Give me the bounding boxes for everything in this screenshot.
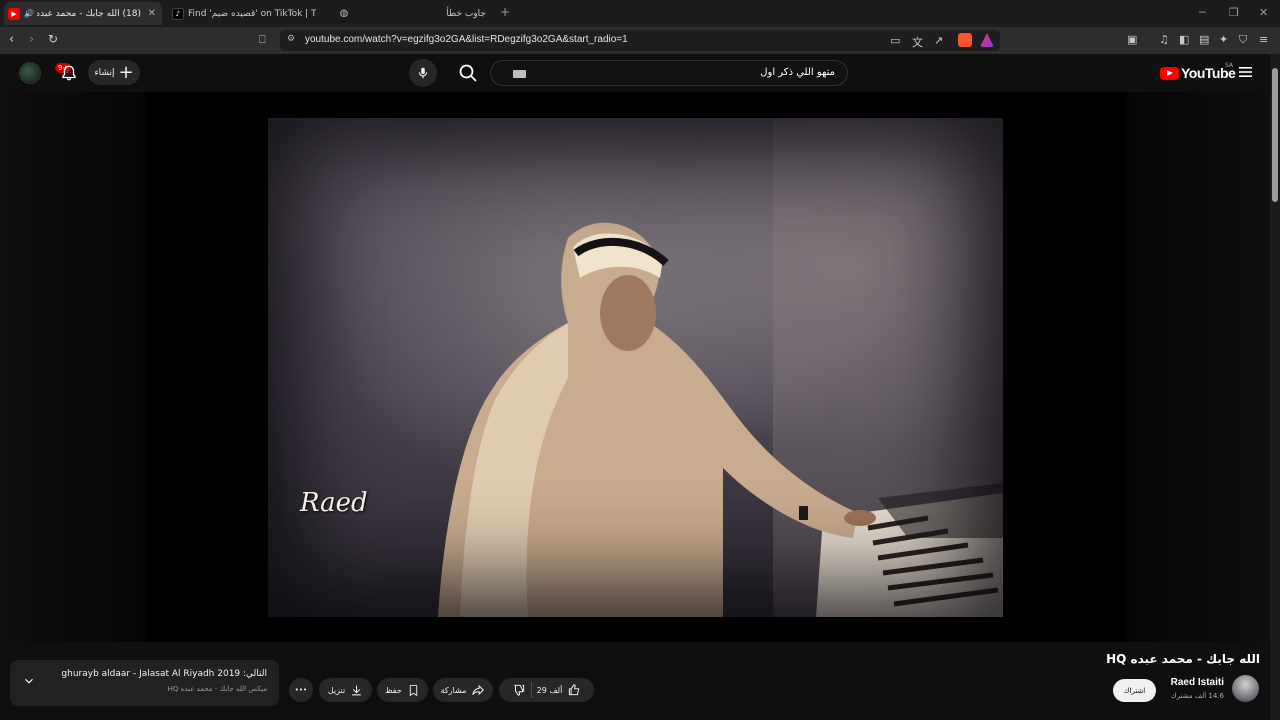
reading-list-icon[interactable]: ◧ <box>1179 33 1189 46</box>
address-bar[interactable]: ⚙ youtube.com/watch?v=egzifg3o2GA&list=R… <box>280 30 1000 51</box>
tab-title: (18) الله جابك - محمد عبده ube <box>36 8 141 19</box>
tab-tiktok[interactable]: ♪ Find 'قصيده ضيم' on TikTok | TikTok S <box>168 2 326 25</box>
download-button[interactable]: تنزيل <box>319 678 372 702</box>
forward-icon[interactable]: › <box>29 32 34 47</box>
media-control-icon[interactable]: ♫ <box>1159 33 1169 46</box>
country-code: SA <box>1225 62 1234 69</box>
bookmark-save-icon <box>409 684 417 696</box>
channel-name[interactable]: Raed Istaiti <box>1171 677 1224 688</box>
back-icon[interactable]: ‹ <box>9 32 14 47</box>
share-icon <box>472 684 485 696</box>
browser-toolbar: ‹ › ↻ ⎕ ⚙ youtube.com/watch?v=egzifg3o2G… <box>0 27 1280 54</box>
menu-icon[interactable]: ≡ <box>1259 33 1268 46</box>
player-ambient-left <box>0 92 145 642</box>
download-icon <box>352 685 362 695</box>
more-actions-button[interactable]: ••• <box>289 678 313 702</box>
share-page-icon[interactable]: ↗ <box>934 34 943 47</box>
page-scrollbar[interactable] <box>1270 54 1280 720</box>
vpn-shield-icon[interactable]: ⛉ <box>1239 33 1247 47</box>
tiktok-favicon-icon: ♪ <box>172 7 184 20</box>
keyboard-icon[interactable] <box>513 70 526 78</box>
brave-rewards-icon[interactable] <box>980 33 994 47</box>
browser-tab-strip: ▶ 🔊 (18) الله جابك - محمد عبده ube ✕ ♪ F… <box>0 0 1280 27</box>
site-info-icon[interactable]: ⚙ <box>287 34 295 44</box>
brave-shield-icon[interactable] <box>958 33 972 47</box>
tab-youtube[interactable]: ▶ 🔊 (18) الله جابك - محمد عبده ube ✕ <box>4 2 162 25</box>
video-title: الله جابك - محمد عبده HQ <box>1106 652 1260 666</box>
channel-avatar[interactable] <box>1232 675 1259 702</box>
player-ambient-right <box>1127 92 1280 642</box>
youtube-favicon-icon: ▶ <box>8 7 20 20</box>
close-tab-icon[interactable]: ✕ <box>148 8 156 19</box>
notifications-bell-icon[interactable] <box>60 64 78 82</box>
divider <box>530 682 532 698</box>
maximize-icon[interactable]: ❐ <box>1229 6 1239 19</box>
translate-icon[interactable]: 文 <box>912 34 923 50</box>
share-button[interactable]: مشاركة <box>433 678 493 702</box>
wallet-icon[interactable]: ▤ <box>1199 33 1209 46</box>
guide-menu-icon[interactable] <box>1239 66 1252 78</box>
voice-search-button[interactable] <box>409 59 437 87</box>
video-frame[interactable] <box>268 118 1003 617</box>
scrollbar-thumb[interactable] <box>1272 68 1278 202</box>
mix-label: ميكس الله جابك - محمد عبده HQ <box>167 685 267 693</box>
account-avatar[interactable] <box>19 62 41 84</box>
video-still-image <box>438 118 1003 617</box>
search-input[interactable]: متهو اللي ذكر اول <box>490 60 848 86</box>
subscribe-button[interactable]: اشتراك <box>1113 679 1156 702</box>
youtube-play-icon <box>1160 66 1179 80</box>
chevron-down-icon[interactable] <box>22 674 36 688</box>
search-icon[interactable] <box>455 61 481 85</box>
bookmark-icon[interactable]: ⎕ <box>259 33 266 47</box>
download-label: تنزيل <box>327 685 346 695</box>
tab-title: Find 'قصيده ضيم' on TikTok | TikTok S <box>188 8 316 19</box>
up-next-title[interactable]: التالي: ghurayb aldaar - Jalasat Al Riya… <box>61 669 267 679</box>
video-watermark: Raed <box>300 488 368 518</box>
leo-ai-icon[interactable]: ✦ <box>1219 33 1228 46</box>
sidebar-panel-icon[interactable]: ▣ <box>1127 33 1137 46</box>
like-count[interactable]: 29 ألف <box>537 686 563 695</box>
like-icon[interactable] <box>567 683 581 697</box>
save-button[interactable]: حفظ <box>377 678 428 702</box>
create-label: إنشاء <box>94 67 115 78</box>
plus-icon: + <box>118 61 134 83</box>
share-label: مشاركة <box>440 685 467 695</box>
audio-playing-icon[interactable]: 🔊 <box>24 9 34 18</box>
tab-title: جاوب خطأ <box>446 8 486 19</box>
reload-icon[interactable]: ↻ <box>48 32 58 46</box>
playlist-queue-panel[interactable]: التالي: ghurayb aldaar - Jalasat Al Riya… <box>10 660 279 706</box>
subscriber-count: 14.6 ألف مشترك <box>1170 692 1224 700</box>
save-label: حفظ <box>385 685 402 695</box>
new-tab-button[interactable]: + <box>500 5 510 19</box>
like-dislike-group: 29 ألف <box>499 678 594 702</box>
search-query-text: متهو اللي ذكر اول <box>760 67 835 78</box>
youtube-masthead: 9+ إنشاء + ✕ متهو اللي ذكر اول YouTube S… <box>0 54 1280 92</box>
minimize-icon[interactable]: ─ <box>1199 6 1206 19</box>
dislike-icon[interactable] <box>512 683 526 697</box>
globe-icon: ◍ <box>339 8 349 19</box>
tab-globe[interactable]: ◍ جاوب خطأ <box>334 2 492 25</box>
url-text: youtube.com/watch?v=egzifg3o2GA&list=RDe… <box>305 34 628 45</box>
create-button[interactable]: إنشاء + <box>88 60 140 85</box>
microphone-icon <box>418 67 428 79</box>
close-window-icon[interactable]: ✕ <box>1259 6 1268 19</box>
cast-icon[interactable]: ▭ <box>890 34 900 47</box>
